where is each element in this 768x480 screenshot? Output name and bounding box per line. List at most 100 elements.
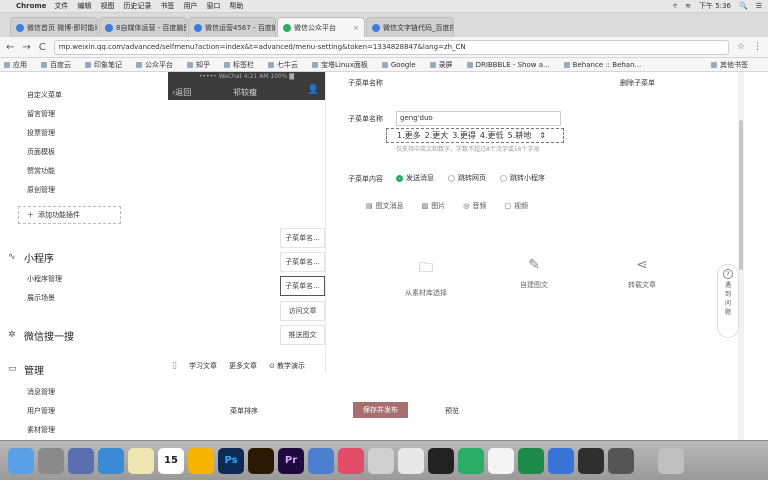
rocket-icon[interactable] bbox=[68, 447, 94, 474]
textedit-icon[interactable] bbox=[488, 447, 514, 474]
other-bookmarks[interactable]: 其他书签 bbox=[711, 60, 748, 70]
mail-icon[interactable] bbox=[398, 447, 424, 474]
back-icon[interactable]: ← bbox=[6, 42, 14, 53]
spotlight-icon[interactable]: 🔍 bbox=[739, 2, 748, 10]
sidebar-item-materials[interactable]: 素材管理 bbox=[27, 425, 55, 435]
tab-4[interactable]: 微信公众平台 × bbox=[277, 17, 365, 37]
wechat-icon[interactable] bbox=[458, 447, 484, 474]
bookmark-7[interactable]: 七牛云 bbox=[268, 60, 298, 70]
tab-2[interactable]: 8自媒体运营 - 百度脑图× bbox=[99, 17, 187, 37]
bookmark-10[interactable]: 录屏 bbox=[429, 60, 453, 70]
option-repost-article[interactable]: ⋖ 转载文章 bbox=[612, 257, 672, 298]
ime-candidate-5[interactable]: 5.耕地 bbox=[508, 130, 532, 141]
menu-sort-button[interactable]: 菜单排序 bbox=[230, 406, 258, 416]
bookmark-3[interactable]: 印象笔记 bbox=[85, 60, 122, 70]
submenu-item-3[interactable]: 子菜单名... bbox=[280, 276, 325, 296]
section-miniprogram[interactable]: ∿ 小程序 bbox=[8, 250, 54, 265]
ime-candidates[interactable]: 1.更多 2.更大 3.更得 4.更低 5.耕地 ⇕ bbox=[386, 128, 564, 143]
menu-bookmarks[interactable]: 书签 bbox=[160, 1, 174, 11]
bookmark-11[interactable]: DRIBBBLE - Show a... bbox=[466, 61, 550, 69]
tab-image[interactable]: ▨ 图片 bbox=[422, 201, 446, 211]
menu-icon[interactable]: ⋮ bbox=[753, 42, 762, 52]
submenu-item-4[interactable]: 访问文章 bbox=[280, 301, 325, 321]
radio-send-message[interactable]: 发送消息 bbox=[396, 173, 434, 183]
tab-audio[interactable]: ◎ 音频 bbox=[463, 201, 486, 211]
notification-icon[interactable]: ☰ bbox=[756, 2, 762, 10]
sidebar-item-comments[interactable]: 留言管理 bbox=[27, 109, 55, 119]
notes-icon[interactable] bbox=[128, 447, 154, 474]
ime-candidate-1[interactable]: 1.更多 bbox=[397, 130, 421, 141]
app-name[interactable]: Chrome bbox=[16, 2, 46, 10]
clock[interactable]: 下午 5:36 bbox=[699, 1, 731, 11]
qq-icon[interactable] bbox=[428, 447, 454, 474]
sidebar-item-users[interactable]: 用户管理 bbox=[27, 406, 55, 416]
delete-submenu-link[interactable]: 删除子菜单 bbox=[620, 78, 655, 88]
reload-icon[interactable]: C bbox=[39, 42, 46, 53]
section-search[interactable]: ✲ 微信搜一搜 bbox=[8, 328, 74, 343]
sidebar-item-messages[interactable]: 消息管理 bbox=[27, 387, 55, 397]
sidebar-item-miniprogram-manage[interactable]: 小程序管理 bbox=[27, 274, 62, 284]
music-icon[interactable] bbox=[338, 447, 364, 474]
trash-icon[interactable] bbox=[658, 447, 684, 474]
illustrator-icon[interactable] bbox=[248, 447, 274, 474]
link-learn-articles[interactable]: 学习文章 bbox=[189, 361, 217, 371]
save-publish-button[interactable]: 保存并发布 bbox=[353, 402, 408, 418]
app-icon[interactable] bbox=[368, 447, 394, 474]
network-icon[interactable] bbox=[548, 447, 574, 474]
close-icon[interactable]: × bbox=[353, 24, 359, 32]
launchpad-icon[interactable] bbox=[38, 447, 64, 474]
tab-article[interactable]: ▤ 图文消息 bbox=[366, 201, 404, 211]
scrollbar-thumb[interactable] bbox=[739, 120, 743, 270]
menu-users[interactable]: 用户 bbox=[183, 1, 197, 11]
tab-1[interactable]: 微信首页 微博·即时能地× bbox=[10, 17, 98, 37]
ime-arrows-icon[interactable]: ⇕ bbox=[539, 131, 546, 140]
url-field[interactable]: mp.weixin.qq.com/advanced/selfmenu?actio… bbox=[53, 39, 729, 55]
bookmark-1[interactable]: 应用 bbox=[4, 60, 27, 70]
section-manage[interactable]: ▭ 管理 bbox=[8, 362, 44, 377]
bookmark-5[interactable]: 知乎 bbox=[187, 60, 210, 70]
bookmark-9[interactable]: Google bbox=[381, 61, 416, 69]
tab-5[interactable]: 微信文字链代码_百度搜索× bbox=[366, 17, 454, 37]
safari-icon[interactable] bbox=[98, 447, 124, 474]
photoshop-icon[interactable]: Ps bbox=[218, 447, 244, 474]
quicktime-icon[interactable] bbox=[578, 447, 604, 474]
tab-3[interactable]: 微信运营4567 - 百度脑图× bbox=[188, 17, 276, 37]
menu-help[interactable]: 帮助 bbox=[229, 1, 243, 11]
bookmark-2[interactable]: 百度云 bbox=[41, 60, 71, 70]
calendar-icon[interactable]: 15 bbox=[158, 447, 184, 474]
radio-open-url[interactable]: 跳转网页 bbox=[448, 173, 486, 183]
bookmark-4[interactable]: 公众平台 bbox=[136, 60, 173, 70]
sidebar-item-templates[interactable]: 页面模板 bbox=[27, 147, 55, 157]
sidebar-item-custom-menu[interactable]: 自定义菜单 bbox=[27, 90, 62, 100]
menu-window[interactable]: 窗口 bbox=[206, 1, 220, 11]
menu-file[interactable]: 文件 bbox=[54, 1, 68, 11]
tab-video[interactable]: ▢ 视频 bbox=[504, 201, 528, 211]
bookmark-8[interactable]: 宝塔Linux面板 bbox=[312, 60, 368, 70]
ime-candidate-3[interactable]: 3.更得 bbox=[452, 130, 476, 141]
sidebar-item-scenes[interactable]: 展示场景 bbox=[27, 293, 55, 303]
menu-view[interactable]: 视图 bbox=[100, 1, 114, 11]
bookmark-6[interactable]: 标签栏 bbox=[224, 60, 254, 70]
sidebar-item-original[interactable]: 原创管理 bbox=[27, 185, 55, 195]
star-icon[interactable]: ☆ bbox=[737, 42, 745, 52]
ime-candidate-2[interactable]: 2.更大 bbox=[425, 130, 449, 141]
menu-history[interactable]: 历史记录 bbox=[123, 1, 151, 11]
chrome-icon[interactable] bbox=[608, 447, 634, 474]
radio-open-miniprogram[interactable]: 跳转小程序 bbox=[500, 173, 545, 183]
sublime-icon[interactable] bbox=[518, 447, 544, 474]
sketch-icon[interactable] bbox=[188, 447, 214, 474]
link-more-articles[interactable]: 更多文章 bbox=[229, 361, 257, 371]
option-from-library[interactable]: 🗀 从素材库选择 bbox=[396, 257, 456, 298]
premiere-icon[interactable]: Pr bbox=[278, 447, 304, 474]
keynote-icon[interactable] bbox=[308, 447, 334, 474]
wifi-icon[interactable]: ≋ bbox=[685, 2, 691, 10]
ime-candidate-4[interactable]: 4.更低 bbox=[480, 130, 504, 141]
feedback-button[interactable]: ? 遇到问题 bbox=[717, 264, 739, 338]
link-demo[interactable]: ⊙ 教学演示 bbox=[269, 361, 305, 371]
submenu-item-5[interactable]: 推送图文 bbox=[280, 325, 325, 345]
add-plugin-button[interactable]: ＋添加功能插件 bbox=[18, 206, 121, 224]
sidebar-item-votes[interactable]: 投票管理 bbox=[27, 128, 55, 138]
bookmark-12[interactable]: Behance :: Behan... bbox=[563, 61, 641, 69]
finder-icon[interactable] bbox=[8, 447, 34, 474]
submenu-item-1[interactable]: 子菜单名... bbox=[280, 228, 325, 248]
